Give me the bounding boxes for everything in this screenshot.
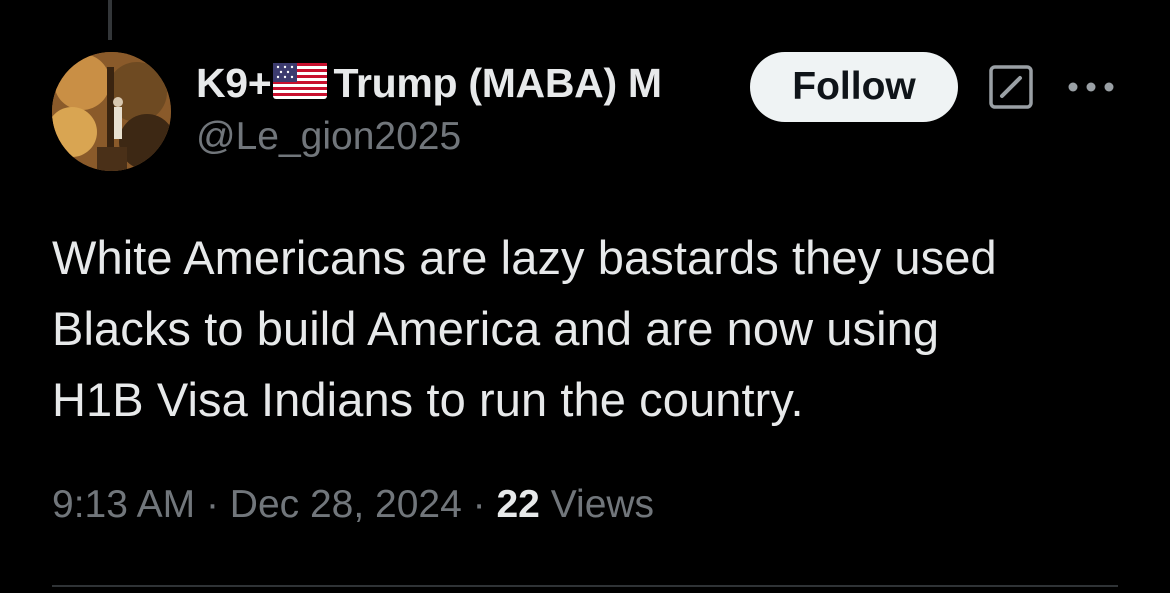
avatar[interactable] bbox=[52, 52, 171, 171]
tweet-meta: 9:13 AM · Dec 28, 2024 · 22 Views bbox=[52, 483, 654, 527]
author-handle[interactable]: @Le_gion2025 bbox=[196, 115, 461, 159]
avatar-painting-icon bbox=[52, 52, 171, 171]
views-label: Views bbox=[550, 483, 655, 526]
meta-separator: · bbox=[205, 483, 219, 526]
us-flag-icon bbox=[273, 62, 328, 104]
tweet-text: White Americans are lazy bastards they u… bbox=[52, 231, 997, 426]
grok-icon[interactable] bbox=[988, 64, 1034, 110]
author-name[interactable]: K9+ Trump (MABA) M bbox=[196, 58, 736, 108]
more-icon[interactable] bbox=[1066, 76, 1116, 98]
meta-separator: · bbox=[472, 483, 486, 526]
tweet-date[interactable]: Dec 28, 2024 bbox=[230, 483, 462, 526]
tweet-time[interactable]: 9:13 AM bbox=[52, 483, 195, 526]
divider bbox=[52, 585, 1118, 587]
views-count[interactable]: 22 bbox=[496, 483, 539, 526]
thread-connector-line bbox=[108, 0, 112, 40]
author-name-suffix: Trump (MABA) M bbox=[333, 59, 662, 106]
author-name-prefix: K9+ bbox=[196, 59, 272, 106]
follow-button[interactable]: Follow bbox=[750, 52, 958, 122]
